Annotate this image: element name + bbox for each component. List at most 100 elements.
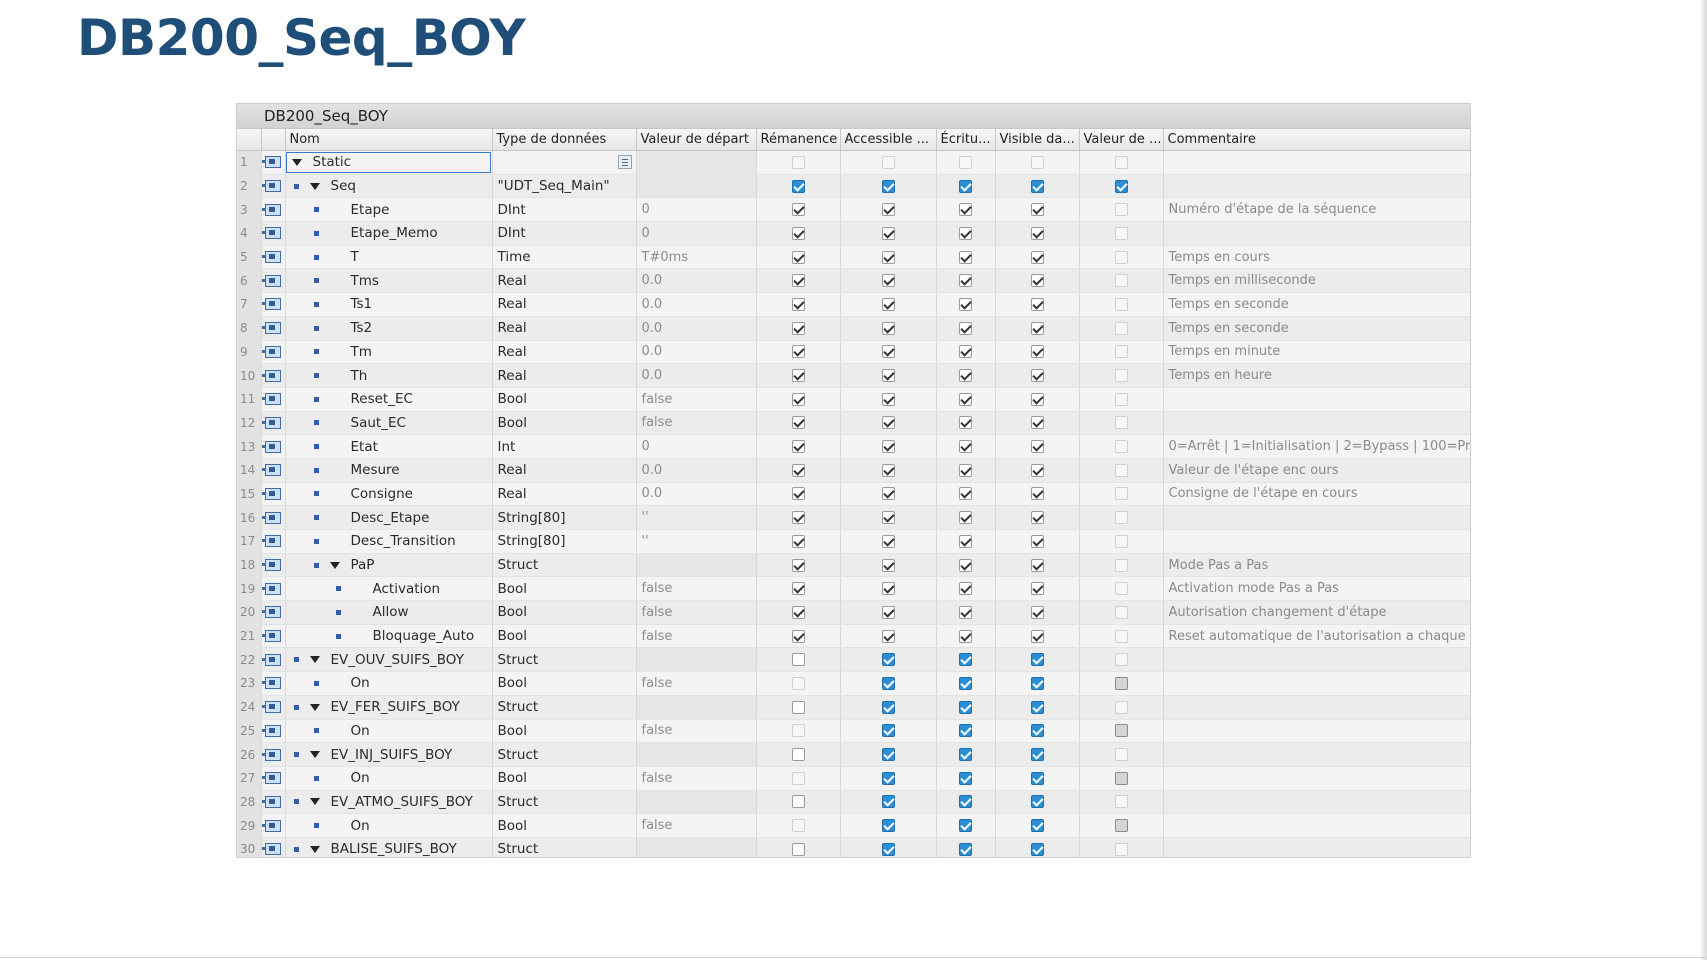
table-row[interactable]: 28 EV_ATMO_SUIFS_BOY Struct <box>237 790 1470 815</box>
name-cell[interactable]: Ts1 <box>285 292 493 317</box>
column-header-type-col[interactable]: Type de données <box>492 129 637 151</box>
table-row[interactable]: 16 Desc_Etape String[80] '' <box>237 505 1470 530</box>
writable-checkbox[interactable] <box>959 534 972 548</box>
comment-cell[interactable]: Reset automatique de l'autorisation a ch… <box>1163 624 1470 649</box>
visible-checkbox[interactable] <box>1030 605 1044 619</box>
accessible-checkbox[interactable] <box>881 748 895 762</box>
name-cell[interactable]: EV_INJ_SUIFS_BOY <box>285 742 493 767</box>
setpoint-checkbox[interactable] <box>1114 369 1128 383</box>
setpoint-checkbox[interactable] <box>1114 274 1128 288</box>
writable-checkbox[interactable] <box>959 676 972 690</box>
writable-checkbox[interactable] <box>959 392 972 406</box>
setpoint-checkbox[interactable] <box>1114 392 1128 406</box>
accessible-checkbox[interactable] <box>881 558 895 572</box>
visible-checkbox[interactable] <box>1030 297 1044 311</box>
setpoint-checkbox[interactable] <box>1114 487 1128 501</box>
comment-cell[interactable] <box>1163 150 1470 175</box>
column-header-accessible-col[interactable]: Accessible ... <box>840 129 937 151</box>
accessible-checkbox[interactable] <box>881 274 895 288</box>
type-cell[interactable]: Bool <box>492 387 637 412</box>
visible-checkbox[interactable] <box>1030 369 1044 383</box>
accessible-checkbox[interactable] <box>881 440 895 454</box>
start-value-cell[interactable]: false <box>636 671 757 696</box>
accessible-checkbox[interactable] <box>881 203 895 217</box>
accessible-checkbox[interactable] <box>881 700 895 714</box>
setpoint-checkbox[interactable] <box>1114 582 1128 596</box>
name-cell[interactable]: Seq <box>285 174 493 199</box>
accessible-checkbox[interactable] <box>881 795 895 809</box>
visible-checkbox[interactable] <box>1030 416 1044 430</box>
writable-checkbox[interactable] <box>959 819 972 833</box>
start-value-cell[interactable]: 0.0 <box>636 292 757 317</box>
type-cell[interactable]: Time <box>492 245 637 270</box>
type-cell[interactable]: Real <box>492 458 637 483</box>
setpoint-checkbox[interactable] <box>1114 440 1128 454</box>
retain-checkbox[interactable] <box>791 534 805 548</box>
retain-checkbox[interactable] <box>791 582 805 596</box>
retain-checkbox[interactable] <box>791 155 805 169</box>
start-value-cell[interactable]: 0.0 <box>636 482 757 507</box>
setpoint-checkbox[interactable] <box>1114 203 1128 217</box>
writable-checkbox[interactable] <box>959 226 972 240</box>
visible-checkbox[interactable] <box>1030 179 1044 193</box>
expand-triangle-icon[interactable] <box>309 703 320 711</box>
table-row[interactable]: 10 Th Real 0.0 Temps en heure <box>237 363 1470 388</box>
visible-checkbox[interactable] <box>1030 392 1044 406</box>
writable-checkbox[interactable] <box>959 558 972 572</box>
writable-checkbox[interactable] <box>959 369 972 383</box>
setpoint-checkbox[interactable] <box>1114 605 1128 619</box>
comment-cell[interactable] <box>1163 411 1470 436</box>
type-cell[interactable]: "UDT_Seq_Main" <box>492 174 637 199</box>
type-cell[interactable]: Bool <box>492 719 637 744</box>
type-cell[interactable]: Real <box>492 363 637 388</box>
name-cell[interactable]: Activation <box>285 576 493 602</box>
setpoint-checkbox[interactable] <box>1114 771 1128 785</box>
name-cell[interactable]: On <box>285 671 493 696</box>
comment-cell[interactable]: Temps en milliseconde <box>1163 268 1470 294</box>
table-row[interactable]: 24 EV_FER_SUIFS_BOY Struct <box>237 695 1470 720</box>
writable-checkbox[interactable] <box>959 155 972 169</box>
accessible-checkbox[interactable] <box>881 392 895 406</box>
setpoint-checkbox[interactable] <box>1114 297 1128 311</box>
type-cell[interactable]: Struct <box>492 790 637 815</box>
setpoint-checkbox[interactable] <box>1114 345 1128 359</box>
retain-checkbox[interactable] <box>791 416 805 430</box>
writable-checkbox[interactable] <box>959 842 972 856</box>
comment-cell[interactable] <box>1163 647 1470 673</box>
retain-checkbox[interactable] <box>791 748 805 762</box>
name-cell[interactable]: Allow <box>285 600 493 625</box>
visible-checkbox[interactable] <box>1030 440 1044 454</box>
name-cell[interactable]: Etat <box>285 434 493 459</box>
name-cell[interactable]: On <box>285 719 493 744</box>
start-value-cell[interactable]: false <box>636 719 757 744</box>
retain-checkbox[interactable] <box>791 440 805 454</box>
start-value-cell[interactable]: false <box>636 624 757 649</box>
writable-checkbox[interactable] <box>959 605 972 619</box>
setpoint-checkbox[interactable] <box>1114 700 1128 714</box>
start-value-cell[interactable]: 0 <box>636 197 757 223</box>
retain-checkbox[interactable] <box>791 653 805 667</box>
start-value-cell[interactable]: '' <box>636 505 757 530</box>
retain-checkbox[interactable] <box>791 605 805 619</box>
comment-cell[interactable]: Temps en minute <box>1163 340 1470 365</box>
comment-cell[interactable]: Valeur de l'étape enc ours <box>1163 458 1470 483</box>
setpoint-checkbox[interactable] <box>1114 842 1128 856</box>
setpoint-checkbox[interactable] <box>1114 250 1128 264</box>
writable-checkbox[interactable] <box>959 203 972 217</box>
table-row[interactable]: 14 Mesure Real 0.0 Valeur de l'étape enc our… <box>237 458 1470 483</box>
comment-cell[interactable] <box>1163 387 1470 412</box>
comment-cell[interactable] <box>1163 221 1470 246</box>
writable-checkbox[interactable] <box>959 629 972 643</box>
accessible-checkbox[interactable] <box>881 605 895 619</box>
expand-triangle-icon[interactable] <box>291 158 302 166</box>
comment-cell[interactable] <box>1163 671 1470 696</box>
visible-checkbox[interactable] <box>1030 842 1044 856</box>
accessible-checkbox[interactable] <box>881 629 895 643</box>
start-value-cell[interactable] <box>636 742 757 767</box>
comment-cell[interactable]: Consigne de l'étape en cours <box>1163 482 1470 507</box>
start-value-cell[interactable]: false <box>636 411 757 436</box>
writable-checkbox[interactable] <box>959 274 972 288</box>
retain-checkbox[interactable] <box>791 392 805 406</box>
type-cell[interactable]: Bool <box>492 411 637 436</box>
name-cell[interactable]: Mesure <box>285 458 493 483</box>
